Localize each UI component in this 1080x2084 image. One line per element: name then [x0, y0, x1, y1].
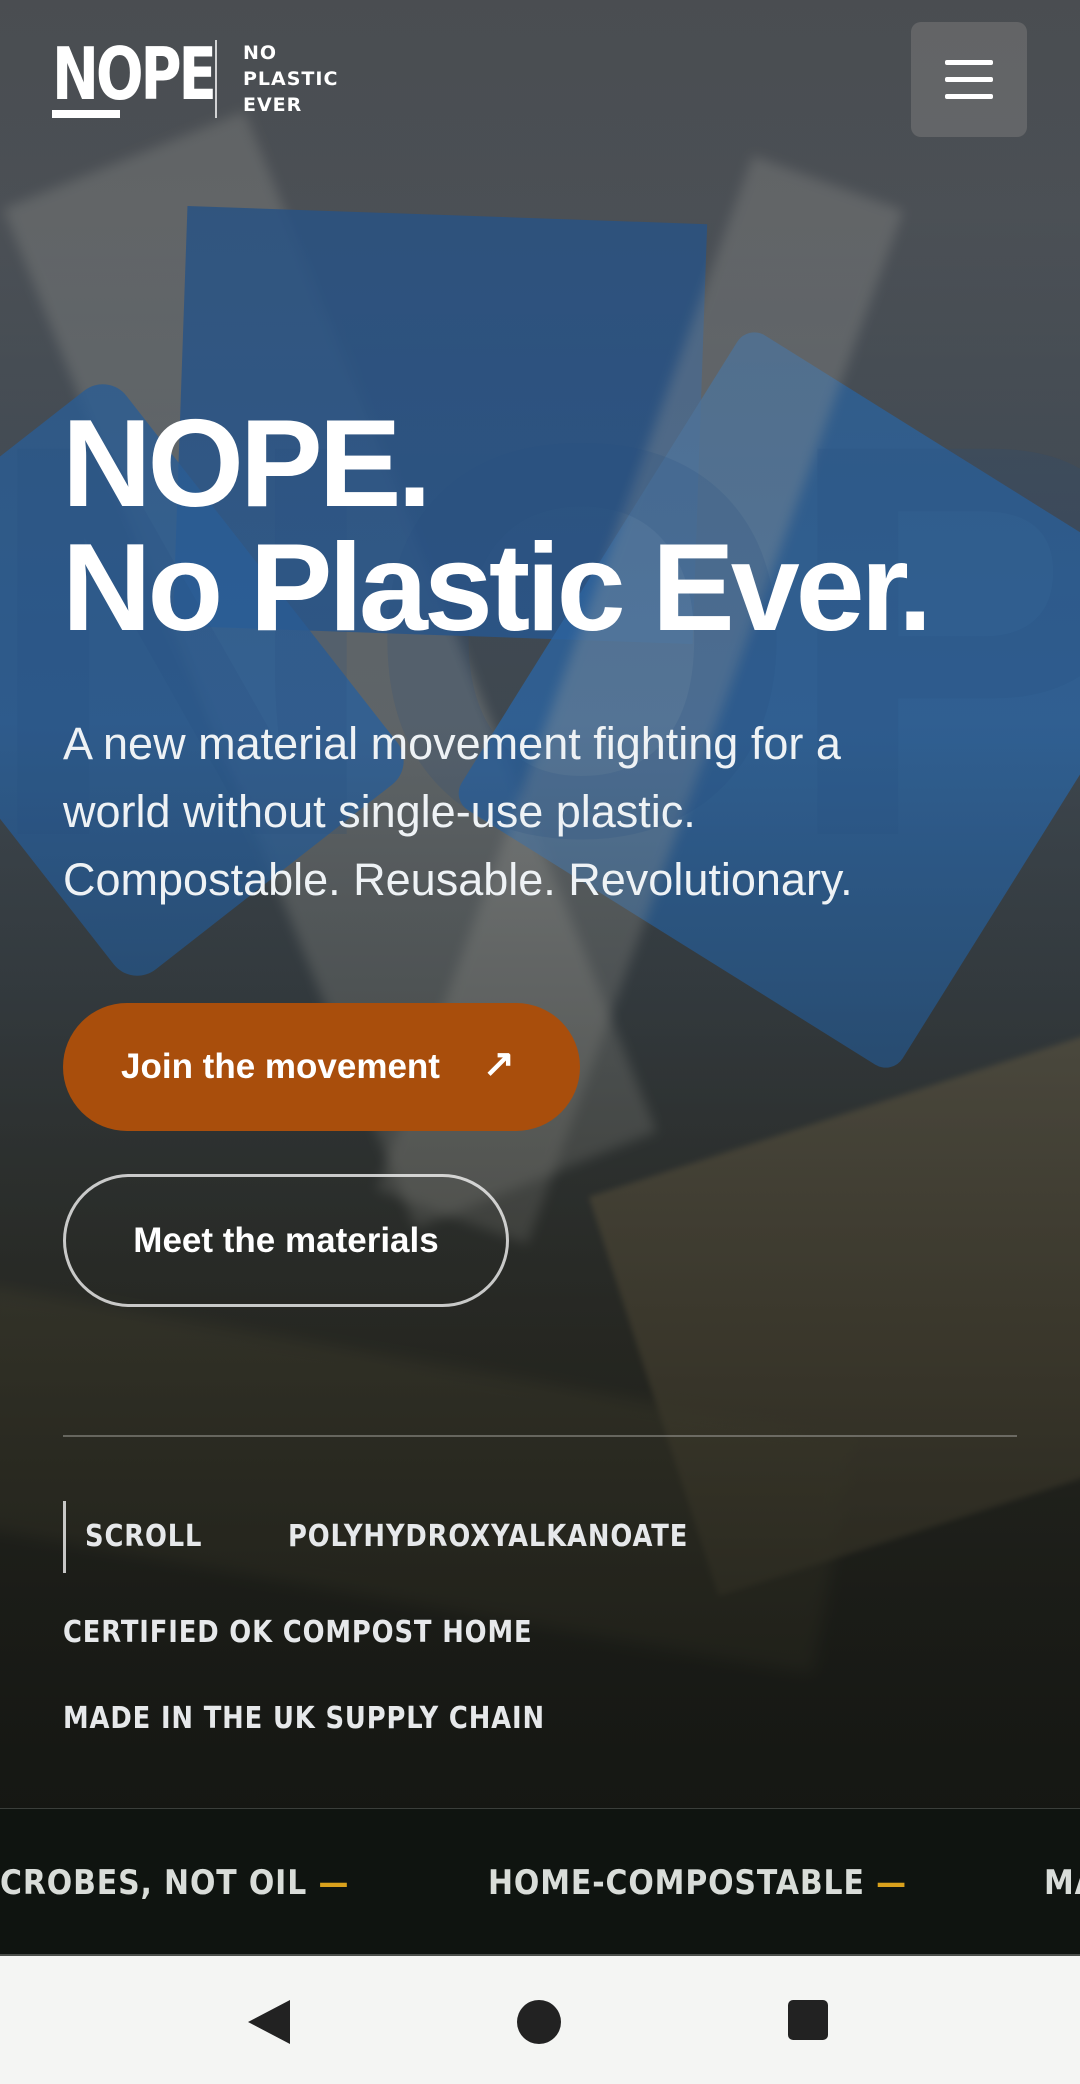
- logo-tagline-line: NO: [243, 42, 278, 64]
- logo-underline: [52, 110, 120, 118]
- fact-item: CERTIFIED OK COMPOST HOME: [63, 1615, 533, 1650]
- divider: [63, 1435, 1017, 1437]
- headline-line-2: No Plastic Ever.: [62, 519, 932, 657]
- scroll-label[interactable]: SCROLL: [85, 1519, 202, 1554]
- ticker-item-text: HOME-COMPOSTABLE: [488, 1863, 865, 1903]
- ticker-item: CROBES, NOT OIL —: [0, 1863, 349, 1903]
- ticker-item: MA: [1044, 1863, 1080, 1903]
- meet-materials-label: Meet the materials: [133, 1220, 439, 1260]
- home-circle-icon[interactable]: [517, 2000, 561, 2044]
- logo-tagline: NO PLASTIC EVER: [243, 40, 338, 118]
- fact-item: POLYHYDROXYALKANOATE: [288, 1519, 689, 1554]
- hero-subheadline: A new material movement fighting for a w…: [63, 718, 853, 905]
- fact-item: MADE IN THE UK SUPPLY CHAIN: [63, 1701, 545, 1736]
- join-movement-button[interactable]: Join the movement ↗: [63, 1003, 580, 1131]
- page-title: NOPE. No Plastic Ever.: [62, 395, 932, 657]
- ticker-item-text: CROBES, NOT OIL: [0, 1863, 308, 1903]
- recents-square-icon[interactable]: [788, 2000, 828, 2040]
- marquee-ticker: CROBES, NOT OIL — HOME-COMPOSTABLE — MA: [0, 1808, 1080, 1957]
- meet-materials-button[interactable]: Meet the materials: [63, 1174, 509, 1307]
- logo-wordmark-wrap: NOPE: [52, 38, 259, 110]
- logo-divider: [215, 40, 217, 118]
- ticker-item: HOME-COMPOSTABLE —: [488, 1863, 907, 1903]
- scroll-indicator-line: [63, 1501, 66, 1573]
- logo-tagline-line: PLASTIC: [243, 68, 339, 90]
- arrow-up-right-icon: ↗: [483, 1043, 515, 1085]
- ticker-separator: —: [876, 1863, 907, 1903]
- ticker-item-text: MA: [1044, 1863, 1080, 1903]
- headline-line-1: NOPE.: [62, 395, 432, 533]
- ticker-separator: —: [318, 1863, 350, 1903]
- logo-tagline-line: EVER: [243, 94, 303, 116]
- back-triangle-icon[interactable]: [248, 2000, 290, 2044]
- logo-wordmark: NOPE: [52, 32, 217, 116]
- menu-button[interactable]: [911, 22, 1027, 137]
- join-movement-label: Join the movement: [121, 1047, 440, 1086]
